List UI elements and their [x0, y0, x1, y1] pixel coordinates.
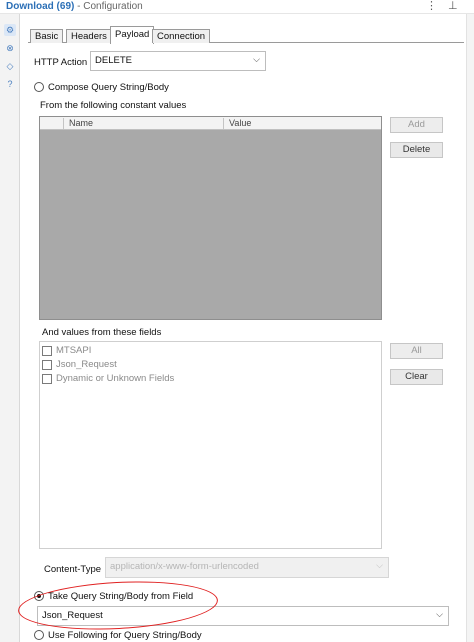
configuration-window: Download (69) - Configuration ⋮ ⊥ ⚙ ⊗ ◇ … — [0, 0, 474, 642]
chevron-down-icon: ⌵ — [436, 609, 443, 619]
field-item: MTSAPI — [56, 345, 92, 356]
delete-button[interactable]: Delete — [390, 142, 443, 158]
tag-icon[interactable]: ◇ — [4, 60, 16, 72]
column-divider — [63, 118, 64, 129]
right-scrollbar[interactable] — [466, 14, 474, 642]
help-icon[interactable]: ? — [4, 78, 16, 90]
tab-headers[interactable]: Headers — [66, 29, 112, 43]
content-type-value: application/x-www-form-urlencoded — [110, 561, 259, 572]
http-action-dropdown[interactable]: DELETE ⌵ — [90, 51, 266, 71]
content-type-label: Content-Type — [44, 564, 102, 575]
field-checkbox-mtsapi[interactable] — [42, 346, 52, 356]
window-subtitle: - Configuration — [77, 1, 143, 12]
constants-grid[interactable]: Name Value — [39, 116, 382, 320]
fields-list[interactable]: MTSAPI Json_Request Dynamic or Unknown F… — [39, 341, 382, 549]
field-checkbox-dynamic[interactable] — [42, 374, 52, 384]
field-checkbox-json-request[interactable] — [42, 360, 52, 370]
column-divider — [223, 118, 224, 129]
column-header-value[interactable]: Value — [229, 118, 251, 128]
constants-label: From the following constant values — [40, 100, 187, 111]
compose-radio-label: Compose Query String/Body — [48, 82, 169, 93]
gear-icon[interactable]: ⚙ — [4, 24, 16, 36]
compose-radio[interactable] — [34, 82, 44, 92]
tab-payload[interactable]: Payload — [110, 26, 155, 44]
tab-connection[interactable]: Connection — [152, 29, 211, 43]
tab-basic[interactable]: Basic — [30, 29, 64, 43]
pin-icon[interactable]: ⊥ — [448, 0, 458, 12]
more-options-icon[interactable]: ⋮ — [426, 0, 437, 12]
clear-button[interactable]: Clear — [390, 369, 443, 385]
content-type-dropdown[interactable]: application/x-www-form-urlencoded ⌵ — [105, 557, 389, 578]
add-button[interactable]: Add — [390, 117, 443, 133]
http-action-value: DELETE — [95, 55, 132, 66]
window-title-text: Download (69) — [6, 1, 75, 12]
title-bar: Download (69) - Configuration ⋮ ⊥ — [0, 0, 474, 14]
http-action-label: HTTP Action — [34, 57, 88, 68]
all-button[interactable]: All — [390, 343, 443, 359]
left-rail: ⚙ ⊗ ◇ ? — [0, 14, 20, 642]
fields-label: And values from these fields — [42, 327, 162, 338]
use-following-radio[interactable] — [34, 630, 44, 640]
window-title: Download (69) - Configuration — [6, 1, 143, 12]
chevron-down-icon: ⌵ — [253, 54, 260, 64]
field-item: Json_Request — [56, 359, 117, 370]
chevron-down-icon: ⌵ — [376, 560, 383, 570]
use-following-label: Use Following for Query String/Body — [48, 630, 202, 641]
column-header-name[interactable]: Name — [69, 118, 93, 128]
close-circle-icon[interactable]: ⊗ — [4, 42, 16, 54]
field-item: Dynamic or Unknown Fields — [56, 373, 175, 384]
grid-header: Name Value — [40, 117, 381, 130]
